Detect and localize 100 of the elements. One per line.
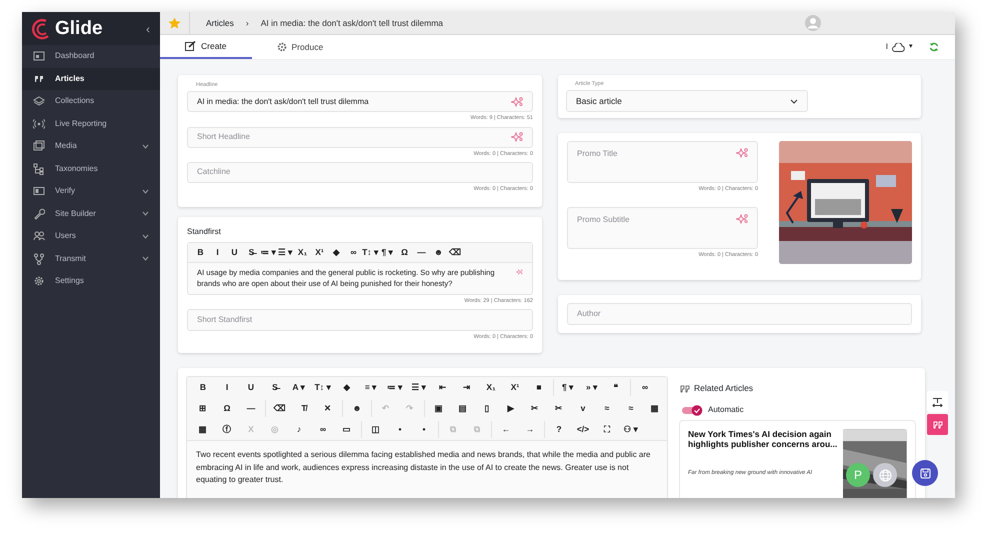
toolbar-button[interactable]: → — [518, 421, 542, 438]
save-button[interactable] — [912, 460, 938, 486]
toolbar-button[interactable]: T↕ ▾ — [362, 244, 379, 261]
toolbar-button[interactable]: ▶ — [499, 400, 523, 418]
toolbar-button[interactable]: ✂ — [523, 400, 547, 418]
breadcrumb-current: AI in media: the don't ask/don't tell trust dilemma — [260, 16, 444, 30]
body-text[interactable]: Two recent events spotlighted a serious dilemma facing established media and news brands, that while the media and public are embracing AI in life and work, audiences express increasing distaste in the use of AI to create the news. Greater use is not equating to greater trust. — [187, 441, 667, 494]
toolbar-button[interactable]: Ω — [215, 400, 239, 418]
toolbar-button[interactable]: ▤ — [451, 400, 475, 418]
sidebar-item[interactable]: Users — [22, 225, 160, 248]
article-title[interactable]: New York Times's AI decision again highlights publisher concerns arou... — [688, 429, 838, 450]
sidebar-item[interactable]: Transmit — [22, 248, 160, 270]
quote-icon — [932, 420, 942, 428]
toolbar-button[interactable]: ⛶ — [595, 421, 619, 438]
toolbar-button[interactable]: ≈ — [595, 400, 619, 418]
toolbar-button[interactable]: ≔ ▾ — [383, 379, 407, 396]
refresh-icon[interactable] — [929, 42, 939, 52]
id-card-icon — [33, 185, 45, 198]
related-articles-button[interactable] — [927, 414, 948, 435]
toolbar-button[interactable]: Ω — [396, 244, 413, 261]
toolbar-button[interactable]: X¹ — [311, 244, 328, 261]
collapse-button[interactable]: ‹ — [146, 20, 150, 38]
toolbar-button[interactable]: ☻ — [430, 244, 447, 261]
toolbar-button[interactable]: v — [571, 400, 595, 418]
toolbar-button[interactable]: I — [209, 244, 226, 261]
toolbar-button[interactable]: ¶ ▾ — [556, 379, 580, 396]
toolbar-button[interactable]: ⊞ — [191, 400, 215, 418]
toolbar-button[interactable]: ∞ — [345, 244, 362, 261]
users-icon — [33, 230, 45, 242]
ai-sparkle-icon — [736, 214, 748, 224]
toolbar-button[interactable]: ✂ — [547, 400, 571, 418]
toolbar-button[interactable]: ☰ ▾ — [277, 244, 294, 261]
sidebar-item[interactable]: Taxonomies — [22, 158, 160, 180]
sidebar-item[interactable]: Verify — [22, 180, 160, 202]
toolbar-button[interactable]: ⌫ — [447, 244, 464, 261]
sidebar-item[interactable]: Articles — [22, 68, 160, 90]
toolbar-button[interactable]: ▭ — [335, 421, 359, 438]
toolbar-button[interactable]: U — [239, 379, 263, 396]
toolbar-button[interactable]: ≔ ▾ — [260, 244, 277, 261]
ai-sparkle-icon — [516, 267, 523, 277]
toolbar-button[interactable]: ■ — [527, 379, 551, 396]
toolbar-button[interactable]: ☻ — [345, 400, 369, 418]
toolbar-button[interactable]: ▣ — [427, 400, 451, 418]
toolbar-button[interactable]: ◆ — [328, 244, 345, 261]
toolbar-button[interactable]: S̶ — [263, 379, 287, 396]
toolbar-button[interactable]: B — [192, 244, 209, 261]
toolbar-button[interactable]: T̸ — [292, 400, 316, 418]
toolbar-button[interactable]: I — [215, 379, 239, 396]
toolbar-button[interactable]: ▪ — [388, 421, 412, 438]
toolbar-button[interactable]: U — [226, 244, 243, 261]
toolbar-button[interactable]: ◆ — [335, 379, 359, 396]
sidebar-item[interactable]: Live Reporting — [22, 112, 160, 135]
sidebar-item[interactable]: Settings — [22, 270, 160, 292]
toolbar-button[interactable]: T↕ ▾ — [311, 379, 335, 396]
toolbar-button[interactable]: B — [191, 379, 215, 396]
toolbar-button[interactable]: ▪ — [412, 421, 436, 438]
toolbar-button[interactable]: — — [413, 244, 430, 261]
toolbar-button[interactable]: ⓕ — [215, 421, 239, 438]
text-field[interactable]: AI in media: the don't ask/don't tell trust dilemma — [187, 91, 533, 112]
section-title: Related Articles — [694, 382, 754, 396]
toolbar-button[interactable]: ⌫ — [268, 400, 292, 418]
gear-icon — [276, 42, 287, 52]
toolbar-button[interactable]: ▦ — [643, 400, 667, 418]
toggle-switch[interactable] — [682, 404, 704, 416]
toolbar-button[interactable]: ▯ — [475, 400, 499, 418]
toolbar-button[interactable]: ⇥ — [455, 379, 479, 396]
toolbar-button[interactable]: ☰ ▾ — [407, 379, 431, 396]
toolbar-button[interactable]: — — [239, 400, 263, 418]
sidebar-item[interactable]: Dashboard — [22, 45, 160, 68]
toolbar-button[interactable]: ∞ — [311, 421, 335, 438]
toolbar-button[interactable]: » ▾ — [580, 379, 604, 396]
toolbar-button[interactable]: ✕ — [316, 400, 340, 418]
tab[interactable]: Produce — [252, 35, 348, 59]
toolbar-button[interactable]: S̶ — [243, 244, 260, 261]
toolbar-button[interactable]: ⇤ — [431, 379, 455, 396]
toolbar-button[interactable]: ∞ — [633, 379, 657, 396]
toolbar-button[interactable]: ▦ — [191, 421, 215, 438]
ai-sparkle-icon — [511, 96, 523, 107]
toolbar-button[interactable]: ≡ ▾ — [359, 379, 383, 396]
toolbar-button[interactable]: X₁ — [479, 379, 503, 396]
toolbar-button[interactable]: ❝ — [604, 379, 628, 396]
chevron-down-icon — [142, 188, 149, 194]
sidebar-item[interactable]: Collections — [22, 90, 160, 112]
sidebar-item[interactable]: Media — [22, 135, 160, 158]
gear-icon — [33, 275, 45, 288]
toolbar-button[interactable]: </> — [571, 421, 595, 438]
toolbar-button[interactable]: X₁ — [294, 244, 311, 261]
toolbar-button[interactable]: ← — [494, 421, 518, 438]
toolbar-button[interactable]: X¹ — [503, 379, 527, 396]
toolbar-button[interactable]: ⚇ ▾ — [619, 421, 643, 438]
breadcrumb-link[interactable]: Articles — [206, 16, 234, 30]
toolbar-button[interactable]: ¶ ▾ — [379, 244, 396, 261]
toolbar-button[interactable]: A ▾ — [287, 379, 311, 396]
toolbar-button[interactable]: ♪ — [287, 421, 311, 438]
toolbar-button[interactable]: ◫ — [364, 421, 388, 438]
toolbar-button[interactable]: ? — [547, 421, 571, 438]
toolbar-button[interactable]: ≈ — [619, 400, 643, 418]
tool-button[interactable] — [927, 391, 948, 412]
sidebar-item[interactable]: Site Builder — [22, 202, 160, 225]
select-field[interactable]: Basic article — [566, 90, 808, 112]
